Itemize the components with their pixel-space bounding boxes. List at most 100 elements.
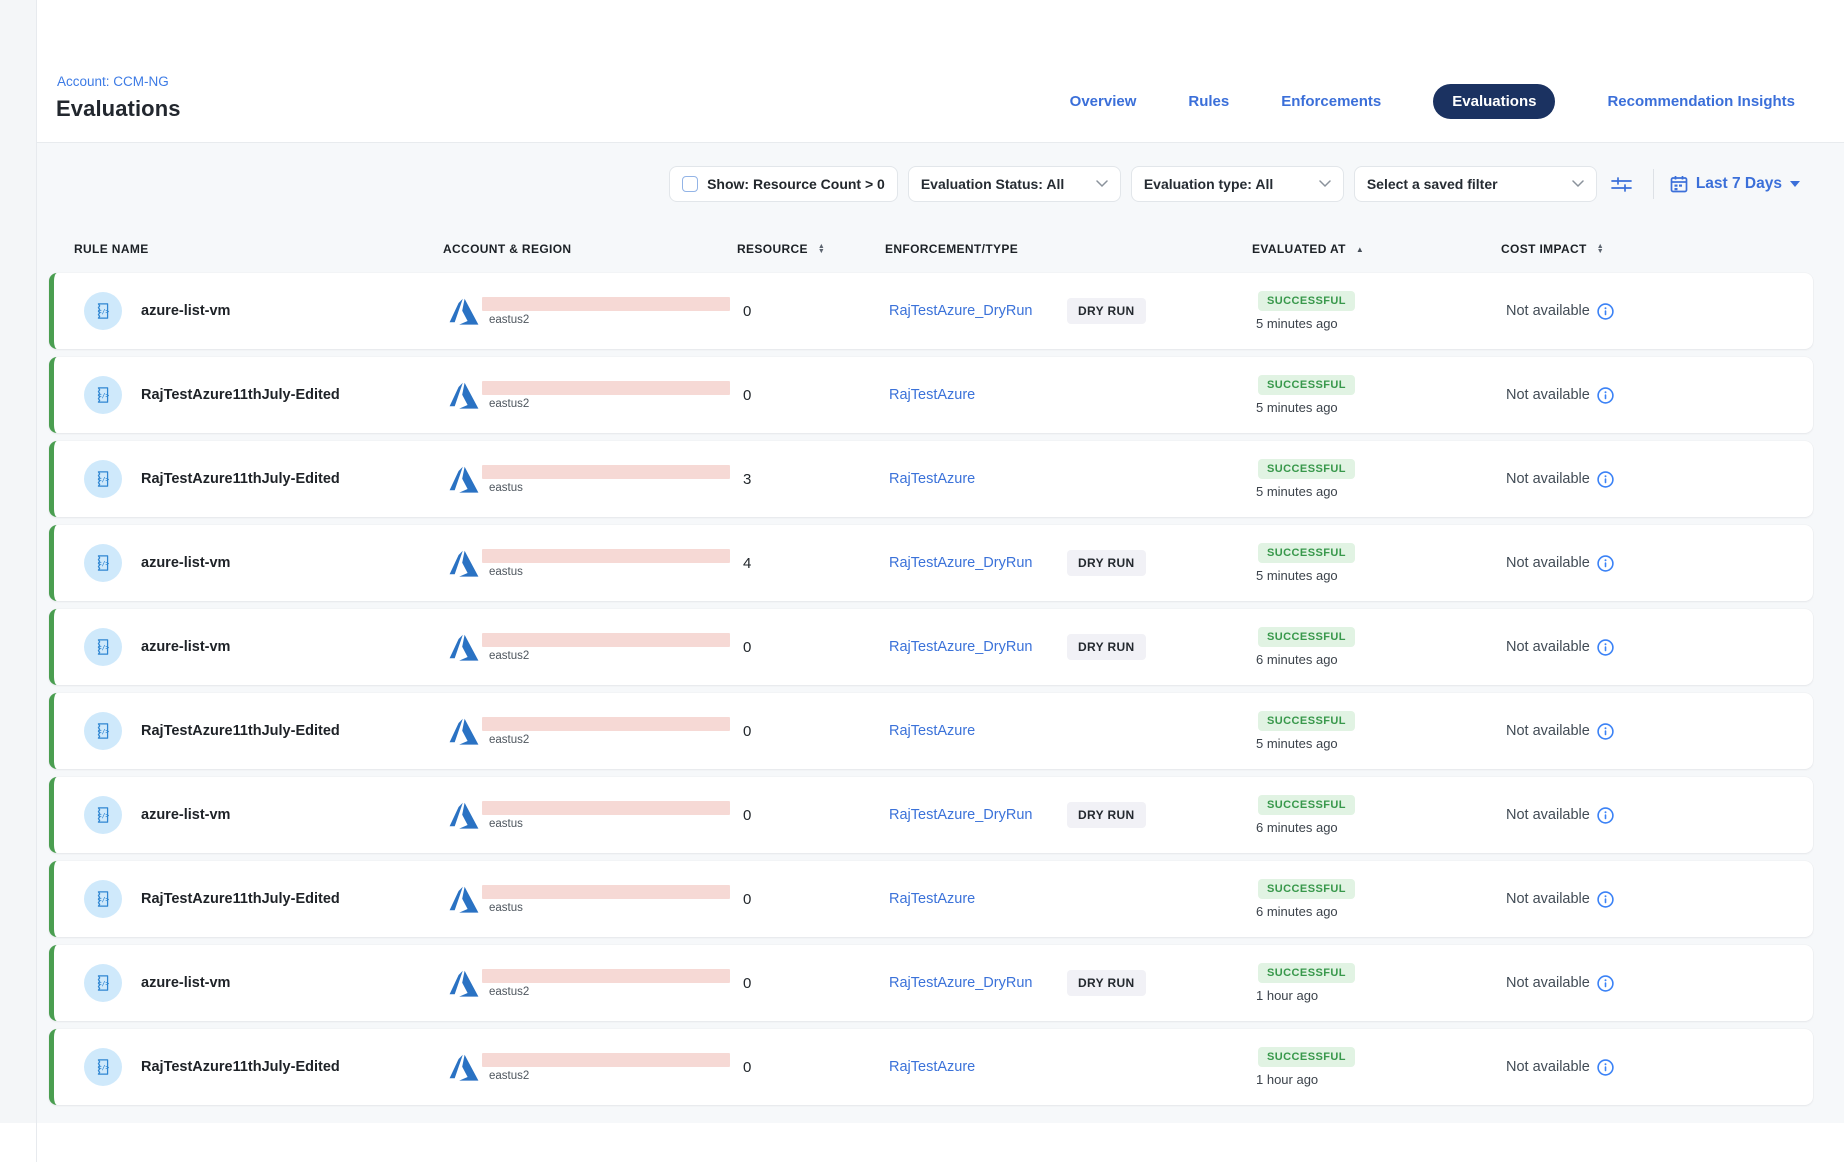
resource-count: 0 xyxy=(736,639,876,656)
rule-code-icon: </> xyxy=(84,964,122,1002)
sort-icon[interactable]: ▲▼ xyxy=(818,244,825,255)
rule-name: azure-list-vm xyxy=(141,975,230,991)
region-label: eastus2 xyxy=(482,314,730,326)
rule-name: azure-list-vm xyxy=(141,639,230,655)
azure-icon xyxy=(449,550,479,583)
info-icon[interactable] xyxy=(1597,807,1614,824)
resource-count: 0 xyxy=(736,807,876,824)
enforcement-link[interactable]: RajTestAzure_DryRun xyxy=(889,303,1032,319)
azure-icon xyxy=(449,802,479,835)
svg-text:</>: </> xyxy=(98,1064,110,1071)
svg-text:</>: </> xyxy=(98,308,110,315)
date-range-picker[interactable]: Last 7 Days xyxy=(1670,175,1800,193)
tab-recommendation-insights[interactable]: Recommendation Insights xyxy=(1607,93,1795,110)
info-icon[interactable] xyxy=(1597,471,1614,488)
table-row[interactable]: </> azure-list-vm eastus2 0 RajTestAzure… xyxy=(49,609,1813,685)
evaluation-status-value: Evaluation Status: All xyxy=(921,176,1064,192)
column-account-region: ACCOUNT & REGION xyxy=(436,242,731,256)
table-row[interactable]: </> RajTestAzure11thJuly-Edited eastus2 … xyxy=(49,693,1813,769)
info-icon[interactable] xyxy=(1597,555,1614,572)
region-label: eastus2 xyxy=(482,1070,730,1082)
tab-overview[interactable]: Overview xyxy=(1070,93,1137,110)
status-badge: SUCCESSFUL xyxy=(1258,795,1355,815)
filter-panel-button[interactable] xyxy=(1607,169,1637,199)
region-label: eastus xyxy=(482,566,730,578)
status-badge: SUCCESSFUL xyxy=(1258,1047,1355,1067)
azure-icon xyxy=(449,886,479,919)
table-row[interactable]: </> RajTestAzure11thJuly-Edited eastus2 … xyxy=(49,1029,1813,1105)
info-icon[interactable] xyxy=(1597,723,1614,740)
info-icon[interactable] xyxy=(1597,387,1614,404)
enforcement-link[interactable]: RajTestAzure xyxy=(889,891,975,907)
svg-text:</>: </> xyxy=(98,392,110,399)
table-row[interactable]: </> azure-list-vm eastus 4 RajTestAzure_… xyxy=(49,525,1813,601)
chevron-down-icon xyxy=(1319,180,1331,188)
rule-name: azure-list-vm xyxy=(141,807,230,823)
status-badge: SUCCESSFUL xyxy=(1258,963,1355,983)
sort-icon[interactable]: ▲▼ xyxy=(1597,244,1604,255)
table-row[interactable]: </> RajTestAzure11thJuly-Edited eastus 3… xyxy=(49,441,1813,517)
redacted-account-name xyxy=(482,465,730,479)
dry-run-badge: DRY RUN xyxy=(1067,970,1146,996)
chevron-down-icon xyxy=(1572,180,1584,188)
tab-enforcements[interactable]: Enforcements xyxy=(1281,93,1381,110)
cost-impact-value: Not available xyxy=(1506,723,1590,739)
info-icon[interactable] xyxy=(1597,891,1614,908)
status-badge: SUCCESSFUL xyxy=(1258,627,1355,647)
info-icon[interactable] xyxy=(1597,1059,1614,1076)
region-label: eastus xyxy=(482,902,730,914)
rule-code-icon: </> xyxy=(84,796,122,834)
table-row[interactable]: </> azure-list-vm eastus2 0 RajTestAzure… xyxy=(49,273,1813,349)
account-breadcrumb[interactable]: Account: CCM-NG xyxy=(57,74,169,89)
enforcement-link[interactable]: RajTestAzure xyxy=(889,387,975,403)
saved-filter-value: Select a saved filter xyxy=(1367,176,1498,192)
date-range-value: Last 7 Days xyxy=(1696,175,1782,193)
rule-code-icon: </> xyxy=(84,460,122,498)
enforcement-link[interactable]: RajTestAzure_DryRun xyxy=(889,807,1032,823)
rule-name: azure-list-vm xyxy=(141,555,230,571)
rule-code-icon: </> xyxy=(84,712,122,750)
resource-count-filter[interactable]: Show: Resource Count > 0 xyxy=(669,166,898,202)
status-badge: SUCCESSFUL xyxy=(1258,291,1355,311)
redacted-account-name xyxy=(482,885,730,899)
saved-filter-select[interactable]: Select a saved filter xyxy=(1354,166,1597,202)
tab-evaluations[interactable]: Evaluations xyxy=(1433,84,1555,119)
evaluation-status-select[interactable]: Evaluation Status: All xyxy=(908,166,1121,202)
dry-run-badge: DRY RUN xyxy=(1067,298,1146,324)
table-row[interactable]: </> RajTestAzure11thJuly-Edited eastus2 … xyxy=(49,357,1813,433)
toolbar-divider xyxy=(1653,169,1654,199)
status-badge: SUCCESSFUL xyxy=(1258,543,1355,563)
sort-ascending-icon[interactable]: ▲ xyxy=(1356,245,1364,254)
evaluations-table-body: </> azure-list-vm eastus2 0 RajTestAzure… xyxy=(49,273,1813,1105)
resource-count: 0 xyxy=(736,975,876,992)
column-resource: RESOURCE ▲▼ xyxy=(731,242,871,256)
evaluated-time: 6 minutes ago xyxy=(1256,820,1338,835)
enforcement-link[interactable]: RajTestAzure_DryRun xyxy=(889,975,1032,991)
redacted-account-name xyxy=(482,1053,730,1067)
svg-text:</>: </> xyxy=(98,812,110,819)
evaluated-time: 6 minutes ago xyxy=(1256,904,1338,919)
enforcement-link[interactable]: RajTestAzure xyxy=(889,1059,975,1075)
enforcement-link[interactable]: RajTestAzure_DryRun xyxy=(889,639,1032,655)
dry-run-badge: DRY RUN xyxy=(1067,802,1146,828)
evaluation-type-select[interactable]: Evaluation type: All xyxy=(1131,166,1344,202)
enforcement-link[interactable]: RajTestAzure xyxy=(889,723,975,739)
enforcement-link[interactable]: RajTestAzure xyxy=(889,471,975,487)
info-icon[interactable] xyxy=(1597,639,1614,656)
azure-icon xyxy=(449,298,479,331)
caret-down-icon xyxy=(1790,181,1800,187)
redacted-account-name xyxy=(482,717,730,731)
rule-code-icon: </> xyxy=(84,376,122,414)
table-row[interactable]: </> azure-list-vm eastus 0 RajTestAzure_… xyxy=(49,777,1813,853)
column-rule-name: RULE NAME xyxy=(49,242,436,256)
enforcement-link[interactable]: RajTestAzure_DryRun xyxy=(889,555,1032,571)
azure-icon xyxy=(449,382,479,415)
info-icon[interactable] xyxy=(1597,975,1614,992)
info-icon[interactable] xyxy=(1597,303,1614,320)
table-row[interactable]: </> azure-list-vm eastus2 0 RajTestAzure… xyxy=(49,945,1813,1021)
status-badge: SUCCESSFUL xyxy=(1258,879,1355,899)
tab-rules[interactable]: Rules xyxy=(1188,93,1229,110)
table-row[interactable]: </> RajTestAzure11thJuly-Edited eastus 0… xyxy=(49,861,1813,937)
azure-icon xyxy=(449,718,479,751)
resource-count-checkbox[interactable] xyxy=(682,176,698,192)
